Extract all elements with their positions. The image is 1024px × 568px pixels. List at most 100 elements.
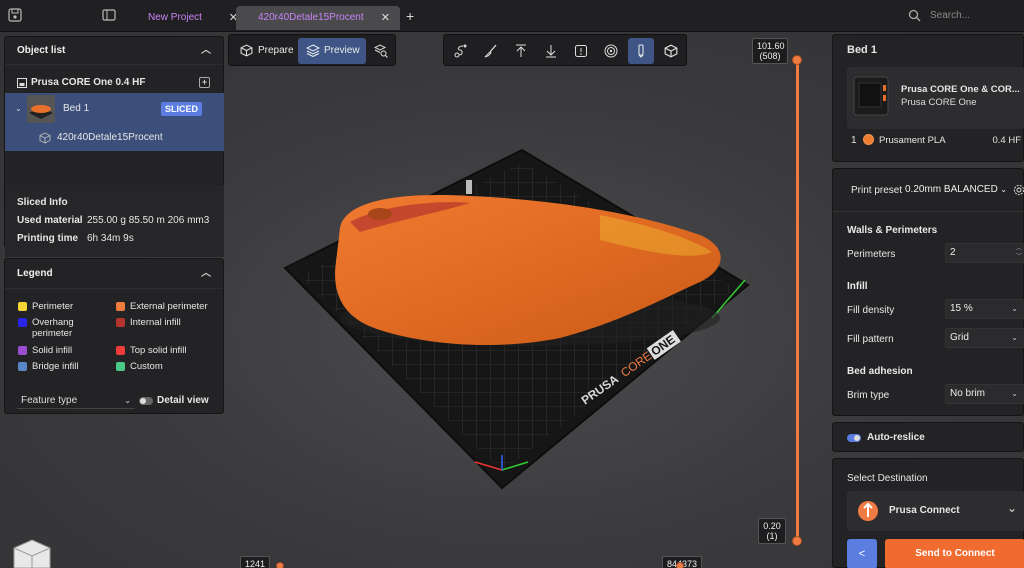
gear-icon[interactable] — [1013, 184, 1024, 196]
search-placeholder: Search... — [930, 10, 971, 21]
chevron-down-icon: ⌄ — [1006, 501, 1017, 515]
color-swatch — [116, 302, 125, 311]
info-icon — [575, 45, 587, 57]
title-bar: New Project ✕ 420r40Detale15Procent ✕ + … — [0, 0, 1024, 32]
sidebar-toggle-icon[interactable] — [102, 8, 116, 22]
move-slider-right-handle[interactable] — [676, 562, 684, 568]
filament-row[interactable]: 1 Prusament PLA 0.4 HF — [847, 131, 1024, 149]
fill-pattern-select[interactable]: Grid ⌄ — [945, 328, 1024, 348]
move-up-tool[interactable] — [508, 38, 534, 64]
close-tab-icon[interactable]: ✕ — [381, 6, 390, 30]
view-switch: Prepare Preview — [228, 34, 396, 66]
legend-header[interactable]: Legend ︿ — [5, 259, 223, 289]
sliced-info: Sliced Info Used material 255.00 g 85.50… — [5, 185, 224, 257]
tool-bar — [443, 34, 687, 66]
printer-icon — [17, 78, 27, 88]
color-swatch — [116, 346, 125, 355]
preview-button[interactable]: Preview — [298, 38, 366, 64]
cube-icon — [664, 44, 678, 58]
chevron-down-icon: ⌄ — [1011, 304, 1018, 313]
move-slider-left-label: 1241 — [240, 556, 271, 568]
cube-icon — [240, 44, 253, 57]
legend-item: Custom — [116, 361, 221, 372]
chevron-up-icon[interactable]: ︿ — [201, 37, 211, 65]
printer-row[interactable]: Prusa CORE One 0.4 HF + — [5, 73, 224, 93]
3d-view-tool[interactable] — [658, 38, 684, 64]
print-preset-select[interactable]: 0.20mm BALANCED ⌄ — [905, 181, 1009, 199]
bed-row[interactable]: ⌄ Bed 1 SLICED — [5, 93, 224, 125]
detail-view-toggle[interactable] — [139, 397, 153, 405]
send-to-connect-button[interactable]: Send to Connect — [885, 539, 1024, 568]
part-name: 420r40Detale15Procent — [57, 132, 163, 143]
path-tool[interactable] — [448, 38, 474, 64]
search-icon — [908, 9, 921, 22]
inspect-button[interactable] — [369, 38, 393, 64]
view-type-select[interactable]: Feature type ⌄ — [17, 393, 135, 409]
destination-select[interactable]: Prusa Connect ⌄ — [847, 491, 1024, 531]
filament-name: Prusament PLA — [879, 135, 946, 146]
bed-name: Bed 1 — [63, 103, 90, 114]
view-cube[interactable] — [10, 538, 54, 568]
search-input[interactable]: Search... — [908, 8, 1018, 24]
legend-panel: Legend ︿ Perimeter External perimeter Ov… — [4, 258, 224, 414]
layer-slider-top-handle[interactable] — [792, 55, 802, 65]
destination-panel: Select Destination Prusa Connect ⌄ < Sen… — [832, 458, 1024, 568]
view-type-value: Feature type — [21, 395, 78, 406]
object-list-header[interactable]: Object list ︿ — [5, 37, 223, 65]
add-object-button[interactable]: + — [199, 77, 210, 88]
printer-model: Prusa CORE One — [901, 97, 977, 108]
part-row[interactable]: 420r40Detale15Procent — [5, 125, 224, 151]
pen-tool[interactable] — [628, 38, 654, 64]
brim-type-select[interactable]: No brim ⌄ — [945, 384, 1024, 404]
bed-adhesion-title: Bed adhesion — [847, 366, 913, 377]
layer-bottom-label: 0.20 (1) — [758, 518, 786, 544]
chevron-down-icon: ⌄ — [1000, 185, 1007, 194]
used-material-row: Used material 255.00 g 85.50 m 206 mm3 — [17, 215, 209, 226]
legend-item: Top solid infill — [116, 345, 221, 356]
perimeters-label: Perimeters — [847, 249, 896, 260]
chevron-up-icon[interactable]: ︿ — [201, 259, 211, 289]
fill-pattern-label: Fill pattern — [847, 334, 894, 345]
layers-icon — [306, 44, 320, 57]
printer-card[interactable]: Prusa CORE One & COR... Prusa CORE One — [847, 67, 1024, 129]
tab-active-project[interactable]: 420r40Detale15Procent ✕ — [236, 6, 400, 30]
infill-section-title: Infill — [847, 281, 868, 292]
chevron-down-icon: ⌄ — [1011, 333, 1018, 342]
auto-reslice-toggle[interactable] — [847, 434, 861, 442]
print-preset-label: Print preset — [851, 185, 903, 196]
stepper-icon[interactable]: ︿ ﹀ — [1016, 245, 1022, 261]
save-icon[interactable] — [8, 8, 22, 22]
prepare-button[interactable]: Prepare — [232, 38, 298, 64]
chevron-down-icon: ⌄ — [124, 396, 131, 405]
paint-tool[interactable] — [478, 38, 504, 64]
print-settings-panel: Print preset 0.20mm BALANCED ⌄ Walls & P… — [832, 168, 1024, 416]
layer-search-icon — [374, 44, 388, 58]
move-down-tool[interactable] — [538, 38, 564, 64]
back-button[interactable]: < — [847, 539, 877, 568]
color-swatch — [18, 362, 27, 371]
chevron-down-icon[interactable]: ⌄ — [15, 93, 22, 125]
new-tab-button[interactable]: + — [406, 6, 414, 26]
filament-color-icon — [863, 134, 874, 145]
auto-reslice-label: Auto-reslice — [867, 432, 925, 443]
legend-item: Internal infill — [116, 317, 221, 328]
brim-type-label: Brim type — [847, 390, 890, 401]
fill-density-select[interactable]: 15 % ⌄ — [945, 299, 1024, 319]
printer-image — [853, 76, 889, 116]
layer-slider-track[interactable] — [796, 60, 799, 542]
layer-slider-bottom-handle[interactable] — [792, 536, 802, 546]
color-swatch — [116, 362, 125, 371]
info-tool[interactable] — [568, 38, 594, 64]
color-swatch — [18, 318, 27, 327]
detail-view-label: Detail view — [157, 395, 209, 406]
perimeters-input[interactable]: 2 ︿ ﹀ — [945, 243, 1024, 263]
move-slider-left-handle[interactable] — [276, 562, 284, 568]
pen-icon — [638, 44, 644, 58]
legend-item: Solid infill — [18, 345, 113, 356]
tab-new-project[interactable]: New Project ✕ — [134, 6, 248, 30]
color-swatch — [18, 346, 27, 355]
seam-tool[interactable] — [598, 38, 624, 64]
chevron-down-icon: ⌄ — [1011, 389, 1018, 398]
destination-title: Select Destination — [847, 473, 928, 484]
legend-item: Perimeter — [18, 301, 113, 312]
